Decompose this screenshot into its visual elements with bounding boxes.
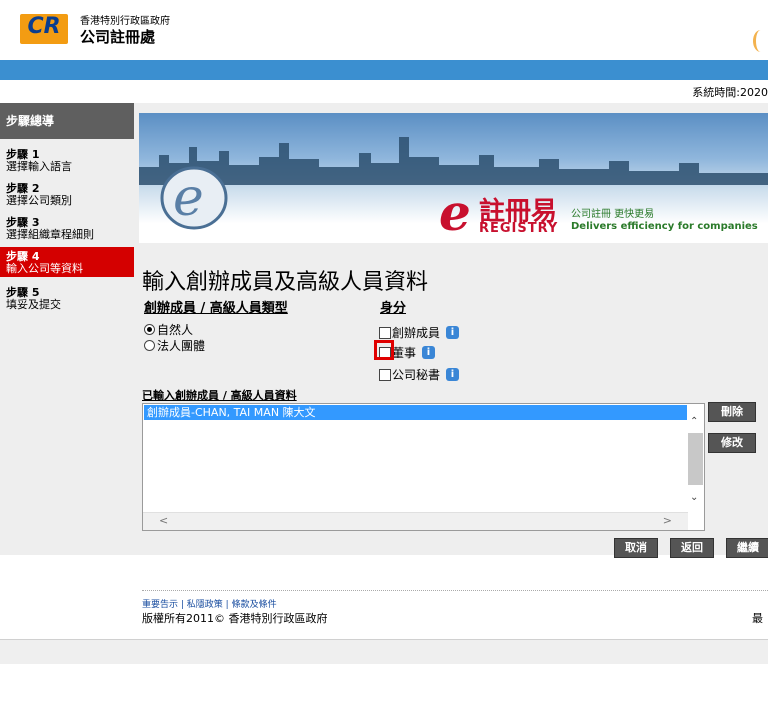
brand-en: REGISTRY <box>479 221 559 236</box>
radio-body-corporate-button[interactable] <box>144 340 155 351</box>
member-type-label: 創辦成員 / 高級人員類型 <box>144 301 288 316</box>
radio-natural-person-button[interactable] <box>144 324 155 335</box>
identity-label: 身分 <box>380 301 407 316</box>
checkbox-founder[interactable]: 創辦成員 i <box>379 324 460 341</box>
cr-logo-text: CR <box>27 14 61 39</box>
steps-heading: 步驟總導 <box>0 103 134 139</box>
eregistry-brand: e 註冊易 REGISTRY 公司註冊 更快更易 Delivers effici… <box>439 183 759 242</box>
step-3-label: 選擇組織章程細則 <box>6 228 94 241</box>
vertical-scrollbar[interactable]: ⌃ ⌄ <box>687 404 704 514</box>
gov-name: 香港特別行政區政府 <box>80 16 170 27</box>
back-button[interactable]: 返回 <box>670 538 714 558</box>
bottom-bar <box>0 639 768 664</box>
info-icon[interactable]: i <box>446 326 460 339</box>
step-5-label: 填妥及提交 <box>6 298 61 311</box>
entered-list[interactable]: 創辦成員-CHAN, TAI MAN 陳大文 ⌃ ⌄ < > <box>142 403 705 531</box>
radio-body-corporate-label: 法人團體 <box>157 339 206 353</box>
footer-divider <box>142 590 768 591</box>
step-3[interactable]: 步驟 3 選擇組織章程細則 <box>0 213 134 241</box>
scroll-left-icon[interactable]: < <box>159 514 168 527</box>
footer-link-terms[interactable]: 條款及條件 <box>232 600 277 610</box>
checkbox-founder-box[interactable] <box>379 326 391 339</box>
entered-list-label: 已輸入創辦成員 / 高級人員資料 <box>142 389 297 402</box>
steps-sidebar: 步驟總導 步驟 1 選擇輸入語言 步驟 2 選擇公司類別 步驟 3 選擇組織章程細則 … <box>0 103 134 317</box>
step-2[interactable]: 步驟 2 選擇公司類別 <box>0 179 134 207</box>
e-globe-graphic: e <box>160 166 228 230</box>
radio-body-corporate[interactable]: 法人團體 <box>144 337 205 354</box>
checkbox-secretary-box[interactable] <box>379 368 391 381</box>
skyline-graphic <box>139 137 768 185</box>
highlight-box <box>374 340 394 360</box>
blue-bar <box>0 60 768 80</box>
cr-logo[interactable]: CR <box>20 14 68 44</box>
step-4[interactable]: 步驟 4 輸入公司等資料 <box>0 247 134 277</box>
header: CR 香港特別行政區政府 公司註冊處 <box>0 0 768 60</box>
svg-text:e: e <box>173 168 204 228</box>
scroll-right-icon[interactable]: > <box>663 514 672 527</box>
step-4-label: 輸入公司等資料 <box>6 262 83 275</box>
checkbox-director-label: 董事 <box>392 346 417 360</box>
continue-button[interactable]: 繼續 <box>726 538 768 558</box>
footer-right-text: 最 <box>752 612 763 625</box>
scroll-down-icon[interactable]: ⌄ <box>690 492 698 503</box>
checkbox-founder-label: 創辦成員 <box>392 326 441 340</box>
footer-links: 重要告示 | 私隱政策 | 條款及條件 <box>142 600 277 610</box>
delete-button[interactable]: 刪除 <box>708 402 756 422</box>
list-item[interactable]: 創辦成員-CHAN, TAI MAN 陳大文 <box>144 405 687 420</box>
footer-link-notice[interactable]: 重要告示 <box>142 600 178 610</box>
dept-name: 公司註冊處 <box>80 28 156 46</box>
banner: e e 註冊易 REGISTRY 公司註冊 更快更易 Delivers effi… <box>139 113 768 243</box>
step-5[interactable]: 步驟 5 填妥及提交 <box>0 283 134 311</box>
swoosh-graphic <box>753 30 768 52</box>
cancel-button[interactable]: 取消 <box>614 538 658 558</box>
step-2-label: 選擇公司類別 <box>6 194 72 207</box>
checkbox-secretary[interactable]: 公司秘書 i <box>379 366 460 383</box>
e-letter: e <box>439 183 471 242</box>
info-icon[interactable]: i <box>422 346 436 359</box>
slogan-en: Delivers efficiency for companies <box>571 221 758 232</box>
radio-natural-person[interactable]: 自然人 <box>144 321 193 338</box>
slogan-zh: 公司註冊 更快更易 <box>571 209 655 220</box>
info-icon[interactable]: i <box>446 368 460 381</box>
system-time: 系統時間:2020 <box>692 86 768 99</box>
page-title: 輸入創辦成員及高級人員資料 <box>142 270 429 295</box>
step-1[interactable]: 步驟 1 選擇輸入語言 <box>0 145 134 173</box>
horizontal-scrollbar[interactable]: < > <box>143 512 688 530</box>
footer-link-privacy[interactable]: 私隱政策 <box>187 600 223 610</box>
step-1-label: 選擇輸入語言 <box>6 160 72 173</box>
scroll-up-icon[interactable]: ⌃ <box>690 416 698 427</box>
modify-button[interactable]: 修改 <box>708 433 756 453</box>
copyright: 版權所有2011© 香港特別行政區政府 <box>142 612 328 625</box>
scroll-thumb[interactable] <box>688 433 703 485</box>
checkbox-secretary-label: 公司秘書 <box>392 368 441 382</box>
radio-natural-person-label: 自然人 <box>157 323 194 337</box>
